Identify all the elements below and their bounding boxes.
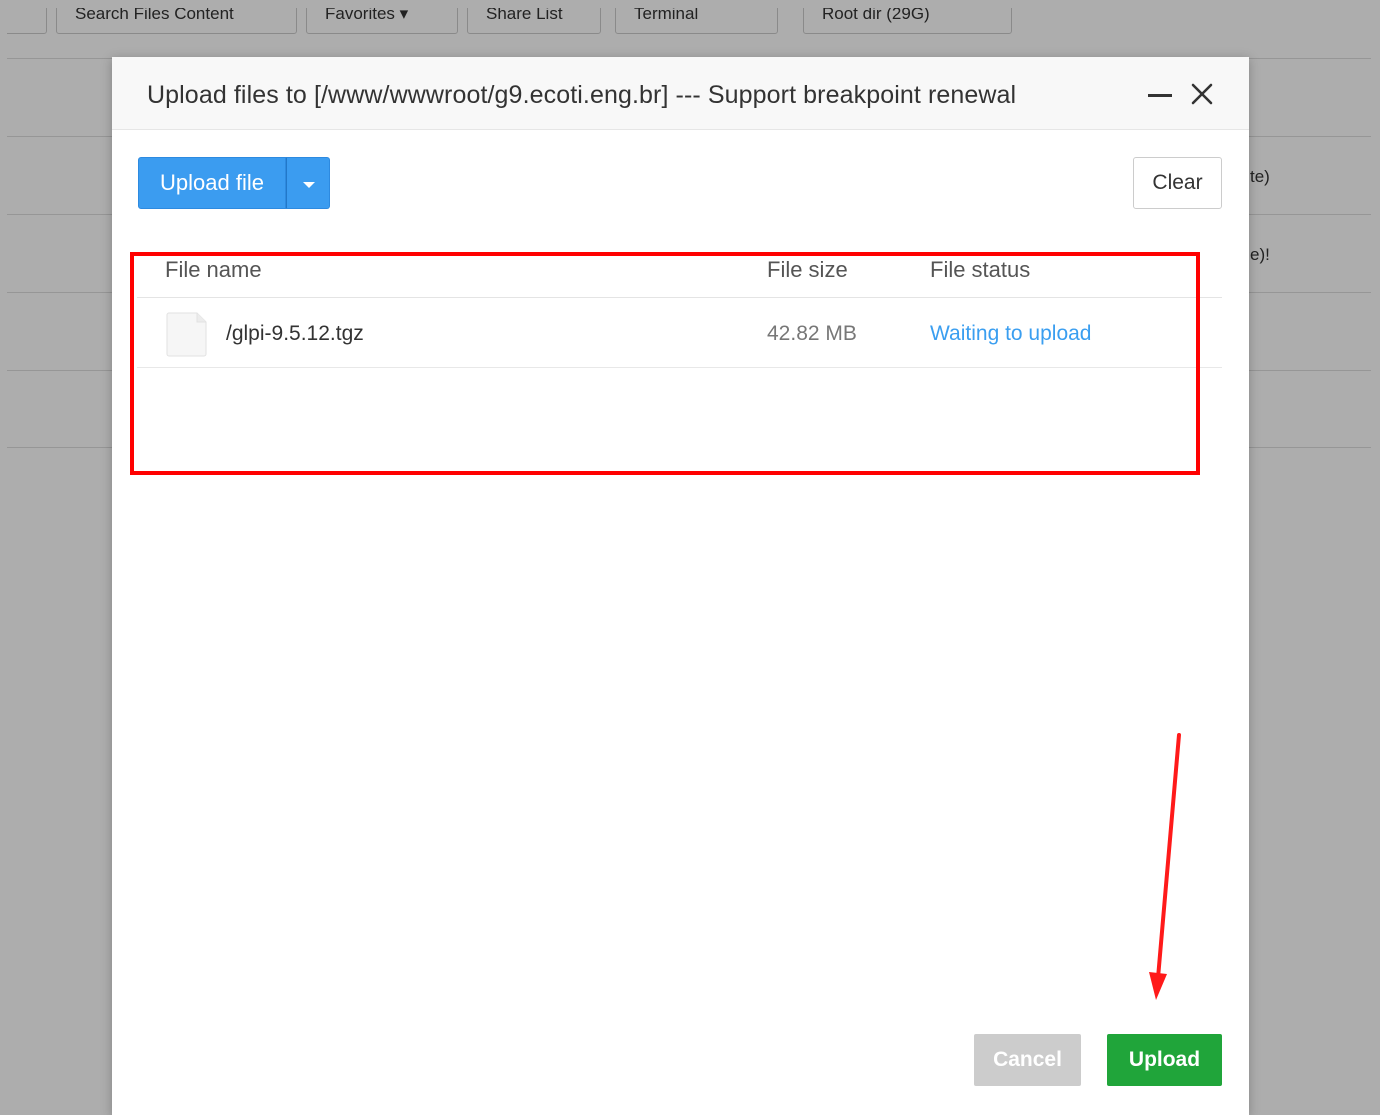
minimize-icon[interactable] <box>1148 94 1172 97</box>
clear-button[interactable]: Clear <box>1133 157 1222 209</box>
upload-modal: Upload files to [/www/wwwroot/g9.ecoti.e… <box>112 57 1249 1115</box>
file-size: 42.82 MB <box>767 322 857 345</box>
header-file-name: File name <box>165 257 262 282</box>
modal-header: Upload files to [/www/wwwroot/g9.ecoti.e… <box>112 57 1249 130</box>
table-row[interactable]: /glpi-9.5.12.tgz 42.82 MB Waiting to upl… <box>137 298 1222 368</box>
modal-title: Upload files to [/www/wwwroot/g9.ecoti.e… <box>147 81 1017 109</box>
upload-file-table: File name File size File status /glpi-9.… <box>137 247 1222 368</box>
upload-button[interactable]: Upload <box>1107 1034 1222 1086</box>
file-status: Waiting to upload <box>930 322 1092 345</box>
file-icon <box>166 312 207 357</box>
upload-file-button[interactable]: Upload file <box>138 157 286 209</box>
header-file-size: File size <box>767 257 848 282</box>
header-file-status: File status <box>930 257 1031 282</box>
cancel-button[interactable]: Cancel <box>974 1034 1081 1086</box>
caret-down-icon <box>303 182 315 188</box>
close-icon[interactable] <box>1189 81 1215 107</box>
table-header: File name File size File status <box>137 247 1222 298</box>
upload-options-dropdown[interactable] <box>286 157 330 209</box>
upload-file-split-button: Upload file <box>138 157 330 209</box>
file-name: /glpi-9.5.12.tgz <box>226 322 364 345</box>
